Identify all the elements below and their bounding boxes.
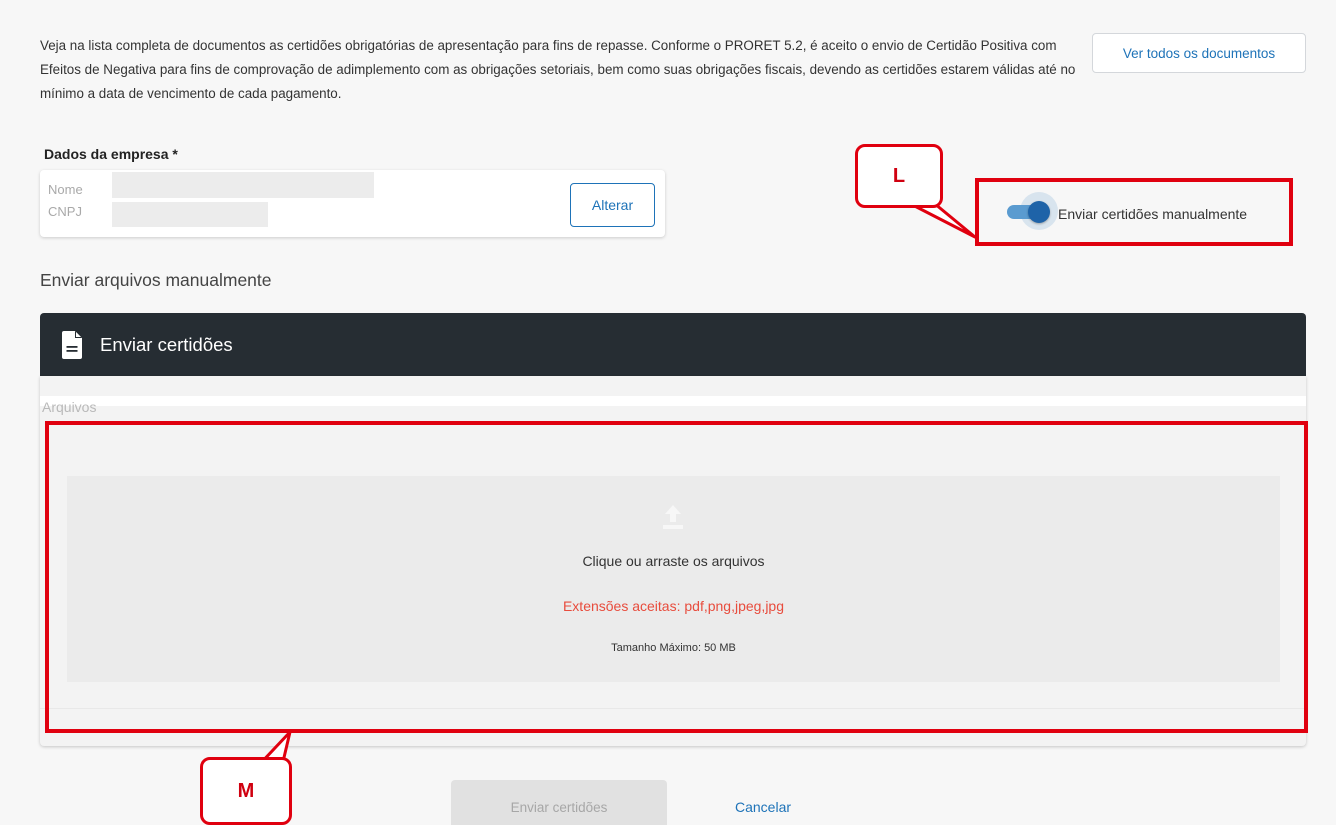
manual-upload-toggle-label: Enviar certidões manualmente: [1058, 206, 1248, 222]
manual-upload-toggle[interactable]: [1007, 192, 1058, 230]
upload-panel-header: Enviar certidões: [40, 313, 1306, 376]
company-data-title: Dados da empresa *: [44, 146, 178, 162]
intro-text: Veja na lista completa de documentos as …: [40, 38, 1076, 101]
manual-upload-toggle-highlight: Enviar certidões manualmente: [975, 178, 1293, 246]
company-card: Nome CNPJ Alterar: [40, 170, 665, 237]
company-name-label: Nome: [48, 182, 83, 197]
callout-l: L: [855, 144, 943, 208]
submit-certificates-button[interactable]: Enviar certidões: [451, 780, 667, 825]
section-heading: Enviar arquivos manualmente: [40, 270, 272, 290]
files-label-strip: [40, 396, 1306, 406]
change-company-button[interactable]: Alterar: [570, 183, 655, 227]
document-icon: [62, 330, 82, 359]
dropzone-highlight: [45, 421, 1308, 733]
company-cnpj-value: [112, 202, 268, 227]
company-name-value: [112, 172, 374, 198]
company-cnpj-label: CNPJ: [48, 204, 82, 219]
view-all-documents-button[interactable]: Ver todos os documentos: [1092, 33, 1306, 73]
cancel-link[interactable]: Cancelar: [735, 799, 791, 815]
upload-panel-title: Enviar certidões: [100, 333, 233, 355]
toggle-knob: [1028, 201, 1050, 223]
files-label: Arquivos: [42, 399, 97, 415]
callout-m: M: [200, 757, 292, 825]
